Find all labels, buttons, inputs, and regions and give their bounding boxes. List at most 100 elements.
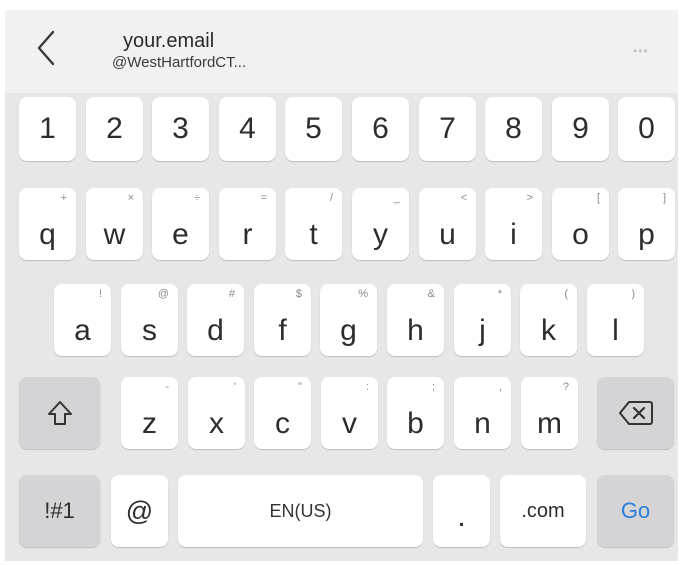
key-label: o <box>572 218 589 251</box>
key-label: 7 <box>439 112 456 145</box>
more-options-button[interactable]: ••• <box>633 44 649 58</box>
key-row2-0[interactable]: a! <box>54 284 111 356</box>
key-num-4[interactable]: 5 <box>285 97 342 161</box>
key-label: c <box>275 407 290 440</box>
key-label: q <box>39 218 56 251</box>
key-hint: + <box>60 192 67 204</box>
key-label: g <box>340 314 357 347</box>
key-num-3[interactable]: 4 <box>219 97 276 161</box>
key-label: k <box>541 314 556 347</box>
key-hint: # <box>228 288 235 300</box>
key-num-6[interactable]: 7 <box>419 97 476 161</box>
key-hint: ? <box>562 381 569 393</box>
key-hint: = <box>260 192 267 204</box>
key-num-7[interactable]: 8 <box>485 97 542 161</box>
key-row2-5[interactable]: h & <box>387 284 444 356</box>
key-label: h <box>407 314 424 347</box>
key-row3-3[interactable]: v: <box>321 377 378 449</box>
key-row2-1[interactable]: s @ <box>121 284 178 356</box>
space-key-label: EN(US) <box>269 500 332 521</box>
at-key[interactable]: @ <box>111 475 168 547</box>
key-hint: ; <box>431 381 435 393</box>
key-row3-5[interactable]: n, <box>454 377 511 449</box>
key-hint: ( <box>564 288 568 300</box>
key-label: 1 <box>39 112 56 145</box>
key-num-0[interactable]: 1 <box>19 97 76 161</box>
key-label: v <box>342 407 357 440</box>
key-row3-0[interactable]: z- <box>121 377 178 449</box>
key-row1-8[interactable]: o[ <box>552 188 609 260</box>
key-hint: @ <box>157 288 169 300</box>
key-row1-6[interactable]: u < <box>419 188 476 260</box>
header-bar: your.email @WestHartfordCT... ••• <box>5 10 678 93</box>
key-row1-4[interactable]: t / <box>285 188 342 260</box>
key-label: 5 <box>305 112 322 145</box>
key-label: l <box>612 314 619 347</box>
back-button[interactable] <box>29 28 65 68</box>
key-label: 6 <box>372 112 389 145</box>
key-row1-0[interactable]: q + <box>19 188 76 260</box>
space-key[interactable]: EN(US) <box>178 475 423 547</box>
key-hint: * <box>497 288 502 300</box>
key-label: 0 <box>638 112 655 145</box>
key-num-8[interactable]: 9 <box>552 97 609 161</box>
key-label: z <box>142 407 157 440</box>
key-num-9[interactable]: 0 <box>618 97 675 161</box>
key-label: m <box>537 407 562 440</box>
key-hint: < <box>460 192 467 204</box>
key-hint: [ <box>596 192 600 204</box>
key-num-2[interactable]: 3 <box>152 97 209 161</box>
key-label: a <box>74 314 91 347</box>
key-row3-1[interactable]: x ' <box>188 377 245 449</box>
key-label: s <box>142 314 157 347</box>
key-label: 8 <box>505 112 522 145</box>
key-label: t <box>309 218 318 251</box>
key-num-1[interactable]: 2 <box>86 97 143 161</box>
keyboard-screen: your.email @WestHartfordCT... ••• !#1 @ … <box>5 10 678 561</box>
key-hint: " <box>298 381 302 393</box>
key-label: u <box>439 218 456 251</box>
key-row1-5[interactable]: y _ <box>352 188 409 260</box>
key-row3-6[interactable]: m? <box>521 377 578 449</box>
key-label: j <box>479 314 486 347</box>
backspace-key[interactable] <box>597 377 674 449</box>
key-row1-2[interactable]: e ÷ <box>152 188 209 260</box>
key-label: i <box>510 218 517 251</box>
key-row2-7[interactable]: k( <box>520 284 577 356</box>
go-key[interactable]: Go <box>597 475 674 547</box>
key-label: 4 <box>239 112 256 145</box>
key-label: b <box>407 407 424 440</box>
key-row2-2[interactable]: d # <box>187 284 244 356</box>
key-label: 2 <box>106 112 123 145</box>
key-row2-8[interactable]: l) <box>587 284 644 356</box>
dotcom-key-label: .com <box>521 499 565 522</box>
shift-key[interactable] <box>19 377 100 449</box>
key-row1-7[interactable]: i > <box>485 188 542 260</box>
key-row1-3[interactable]: r = <box>219 188 276 260</box>
key-hint: > <box>526 192 533 204</box>
key-row2-4[interactable]: g% <box>320 284 377 356</box>
at-key-label: @ <box>125 495 154 526</box>
key-label: n <box>474 407 491 440</box>
key-row3-2[interactable]: c " <box>254 377 311 449</box>
key-row3-4[interactable]: b; <box>387 377 444 449</box>
key-row2-6[interactable]: j * <box>454 284 511 356</box>
key-row1-9[interactable]: p] <box>618 188 675 260</box>
go-key-label: Go <box>620 498 651 523</box>
key-label: w <box>103 218 126 251</box>
key-row2-3[interactable]: f $ <box>254 284 311 356</box>
key-label: d <box>207 314 224 347</box>
key-hint: / <box>329 192 333 204</box>
dotcom-key[interactable]: .com <box>500 475 586 547</box>
shift-arrow-up-icon <box>47 401 72 425</box>
recipient-title: your.email <box>123 30 215 52</box>
key-num-5[interactable]: 6 <box>352 97 409 161</box>
key-label: 9 <box>572 112 589 145</box>
key-hint: ÷ <box>193 192 200 204</box>
period-key[interactable]: . <box>433 475 490 547</box>
period-key-label: . <box>457 500 466 533</box>
key-row1-1[interactable]: w × <box>86 188 143 260</box>
key-hint: ] <box>662 192 666 204</box>
key-label: x <box>209 407 224 440</box>
symbols-key[interactable]: !#1 <box>19 475 100 547</box>
